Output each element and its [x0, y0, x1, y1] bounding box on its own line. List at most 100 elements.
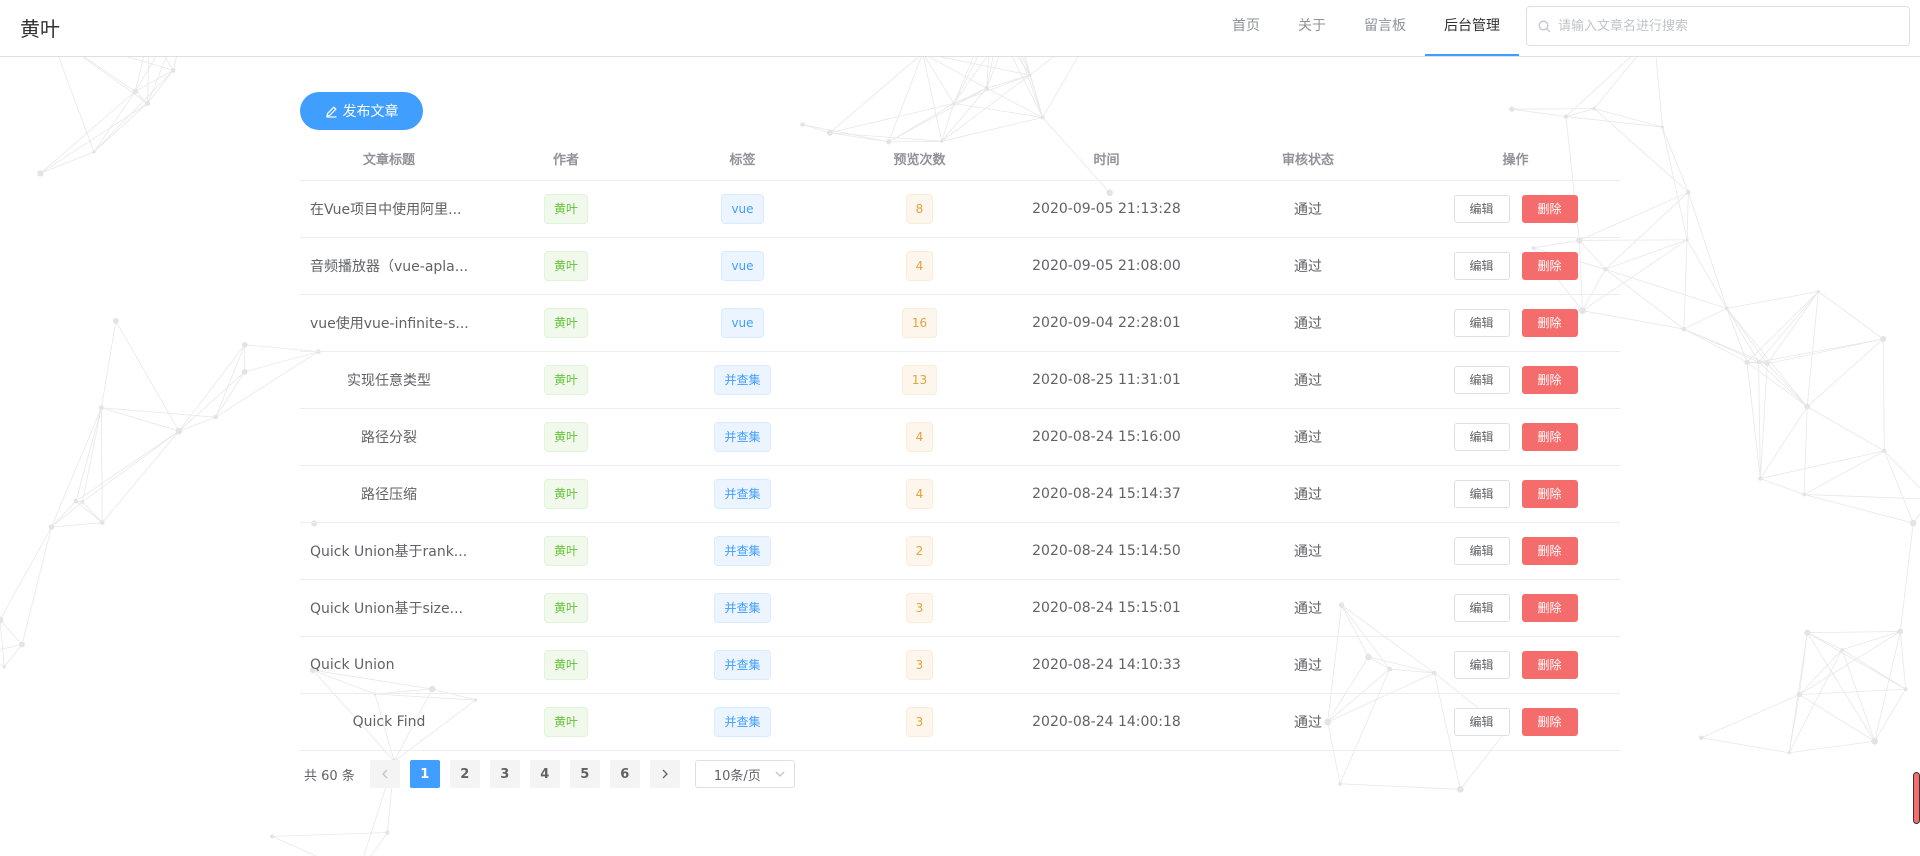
table-row: 路径压缩 黄叶 并查集 4 2020-08-24 15:14:37 通过 编辑 删除: [300, 465, 1620, 523]
chevron-left-icon: [381, 769, 388, 779]
article-title[interactable]: vue使用vue-infinite-s...: [300, 294, 478, 352]
article-title[interactable]: Quick Find: [300, 693, 478, 751]
delete-button[interactable]: 删除: [1521, 422, 1578, 451]
delete-button[interactable]: 删除: [1521, 479, 1578, 508]
edit-button[interactable]: 编辑: [1453, 308, 1510, 337]
edit-button[interactable]: 编辑: [1453, 422, 1510, 451]
edit-icon: [325, 105, 337, 118]
chevron-down-icon: [775, 771, 785, 777]
prev-page-button[interactable]: [369, 760, 400, 788]
article-title[interactable]: 在Vue项目中使用阿里...: [300, 180, 478, 238]
main-nav: 首页 关于 留言板 后台管理: [1213, 0, 1519, 56]
views-badge: 16: [901, 307, 938, 338]
page-button-5[interactable]: 5: [569, 760, 600, 788]
category-tag: vue: [721, 193, 764, 224]
delete-button[interactable]: 删除: [1521, 650, 1578, 679]
edit-button[interactable]: 编辑: [1453, 479, 1510, 508]
edit-button[interactable]: 编辑: [1453, 365, 1510, 394]
delete-button[interactable]: 删除: [1521, 536, 1578, 565]
table-row: Quick Union基于rank... 黄叶 并查集 2 2020-08-24 15:…: [300, 522, 1620, 580]
author-tag: 黄叶: [543, 478, 588, 509]
tag-cell: vue: [654, 294, 831, 352]
column-header-views: 预览次数: [831, 138, 1008, 181]
views-cell: 3: [831, 579, 1008, 637]
delete-button[interactable]: 删除: [1521, 707, 1578, 736]
author-tag: 黄叶: [543, 706, 588, 737]
author-tag: 黄叶: [543, 250, 588, 281]
author-tag: 黄叶: [543, 364, 588, 395]
page-button-2[interactable]: 2: [449, 760, 480, 788]
article-title[interactable]: 路径压缩: [300, 465, 478, 523]
column-header-status: 审核状态: [1205, 138, 1411, 181]
page-button-3[interactable]: 3: [489, 760, 520, 788]
table-row: 路径分裂 黄叶 并查集 4 2020-08-24 15:16:00 通过 编辑 删除: [300, 408, 1620, 466]
edit-button[interactable]: 编辑: [1453, 593, 1510, 622]
scrollbar-thumb[interactable]: [1913, 772, 1920, 824]
actions-cell: 编辑 删除: [1411, 408, 1620, 466]
search-input[interactable]: [1558, 7, 1898, 45]
delete-button[interactable]: 删除: [1521, 365, 1578, 394]
status-cell: 通过: [1205, 522, 1411, 580]
page-size-select[interactable]: 10条/页: [694, 760, 795, 788]
delete-button[interactable]: 删除: [1521, 251, 1578, 280]
views-badge: 3: [905, 706, 934, 737]
column-header-time: 时间: [1008, 138, 1205, 181]
page-size-value: 10条/页: [713, 768, 761, 784]
views-cell: 4: [831, 237, 1008, 295]
actions-cell: 编辑 删除: [1411, 294, 1620, 352]
column-header-actions: 操作: [1411, 138, 1620, 181]
views-cell: 4: [831, 408, 1008, 466]
author-tag: 黄叶: [543, 193, 588, 224]
edit-button[interactable]: 编辑: [1453, 536, 1510, 565]
column-header-title: 文章标题: [300, 138, 478, 181]
views-badge: 13: [901, 364, 938, 395]
page-button-4[interactable]: 4: [529, 760, 560, 788]
delete-button[interactable]: 删除: [1521, 308, 1578, 337]
site-logo[interactable]: 黄叶: [20, 13, 60, 42]
author-tag: 黄叶: [543, 421, 588, 452]
views-badge: 8: [905, 193, 934, 224]
search-box[interactable]: [1526, 6, 1910, 46]
chevron-right-icon: [662, 769, 668, 779]
articles-table-body: 在Vue项目中使用阿里... 黄叶 vue 8 2020-09-05 21:13:28 通…: [300, 180, 1620, 751]
status-cell: 通过: [1205, 579, 1411, 637]
status-cell: 通过: [1205, 351, 1411, 409]
views-badge: 3: [905, 649, 934, 680]
column-header-author: 作者: [478, 138, 654, 181]
nav-item-about[interactable]: 关于: [1279, 0, 1345, 56]
time-cell: 2020-09-04 22:28:01: [1008, 294, 1205, 352]
publish-article-button[interactable]: 发布文章: [300, 92, 423, 130]
delete-button[interactable]: 删除: [1521, 593, 1578, 622]
author-cell: 黄叶: [478, 465, 654, 523]
time-cell: 2020-08-25 11:31:01: [1008, 351, 1205, 409]
author-cell: 黄叶: [478, 408, 654, 466]
nav-item-admin[interactable]: 后台管理: [1425, 0, 1519, 56]
article-title[interactable]: Quick Union基于rank...: [300, 522, 478, 580]
page-button-1[interactable]: 1: [409, 760, 440, 788]
edit-button[interactable]: 编辑: [1453, 194, 1510, 223]
edit-button[interactable]: 编辑: [1453, 707, 1510, 736]
nav-item-home[interactable]: 首页: [1213, 0, 1279, 56]
edit-button[interactable]: 编辑: [1453, 650, 1510, 679]
article-title[interactable]: 音频播放器（vue-apla...: [300, 237, 478, 295]
table-row: Quick Union基于size... 黄叶 并查集 3 2020-08-24 15:…: [300, 579, 1620, 637]
author-tag: 黄叶: [543, 649, 588, 680]
page-button-6[interactable]: 6: [609, 760, 640, 788]
edit-button[interactable]: 编辑: [1453, 251, 1510, 280]
delete-button[interactable]: 删除: [1521, 194, 1578, 223]
nav-item-guestbook[interactable]: 留言板: [1345, 0, 1425, 56]
actions-cell: 编辑 删除: [1411, 579, 1620, 637]
article-title[interactable]: Quick Union基于size...: [300, 579, 478, 637]
article-title[interactable]: Quick Union: [300, 636, 478, 694]
next-page-button[interactable]: [649, 760, 680, 788]
time-cell: 2020-08-24 14:00:18: [1008, 693, 1205, 751]
category-tag: vue: [721, 307, 764, 338]
article-title[interactable]: 路径分裂: [300, 408, 478, 466]
actions-cell: 编辑 删除: [1411, 693, 1620, 751]
author-cell: 黄叶: [478, 294, 654, 352]
views-badge: 2: [905, 535, 934, 566]
article-title[interactable]: 实现任意类型: [300, 351, 478, 409]
views-cell: 3: [831, 636, 1008, 694]
top-navbar: 黄叶 首页 关于 留言板 后台管理: [0, 0, 1920, 57]
category-tag: 并查集: [714, 592, 771, 623]
